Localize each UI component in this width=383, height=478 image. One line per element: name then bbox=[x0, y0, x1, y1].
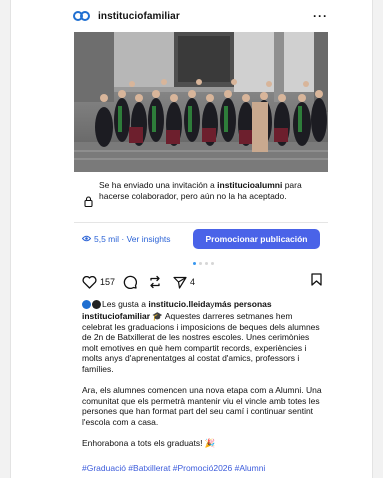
more-options-icon[interactable]: ··· bbox=[313, 9, 328, 23]
likes-others[interactable]: más personas bbox=[214, 299, 271, 309]
send-icon bbox=[173, 276, 187, 289]
collaboration-notice: Se ha enviado una invitación a instituci… bbox=[84, 180, 324, 212]
notice-text: Se ha enviado una invitación a instituci… bbox=[99, 180, 324, 212]
likes-summary: Les gusta a institucio.lleida y más pers… bbox=[82, 299, 322, 309]
bookmark-icon bbox=[311, 273, 322, 286]
comment-icon bbox=[123, 275, 138, 289]
divider bbox=[74, 222, 328, 223]
caption-paragraph: Enhorabona a tots els graduats! 🎉 bbox=[82, 438, 216, 449]
share-count: 4 bbox=[190, 277, 196, 287]
save-button[interactable] bbox=[311, 273, 322, 291]
liker-avatar[interactable] bbox=[92, 299, 101, 309]
carousel-indicator bbox=[193, 262, 214, 265]
views-eye-icon bbox=[81, 235, 92, 244]
likes-prefix: Les gusta a bbox=[102, 299, 146, 309]
notice-mention[interactable]: institucioalumni bbox=[217, 180, 282, 190]
post-actions: 157 4 bbox=[82, 272, 322, 292]
post-image[interactable] bbox=[74, 32, 328, 172]
view-insights-link[interactable]: 5,5 mil · Ver insights bbox=[81, 234, 171, 244]
like-count: 157 bbox=[100, 277, 116, 287]
carousel-dot bbox=[211, 262, 214, 265]
carousel-dot bbox=[199, 262, 202, 265]
repost-button[interactable] bbox=[148, 275, 165, 289]
carousel-dot bbox=[193, 262, 196, 265]
liker-avatar[interactable] bbox=[82, 299, 91, 309]
carousel-dot bbox=[205, 262, 208, 265]
hashtags[interactable]: #Graduació #Batxillerat #Promoció2026 #A… bbox=[82, 463, 265, 473]
account-username[interactable]: instituciofamiliar bbox=[98, 11, 180, 22]
caption-author[interactable]: instituciofamiliar bbox=[82, 311, 150, 321]
account-logo-icon[interactable] bbox=[72, 8, 92, 24]
post-header: instituciofamiliar ··· bbox=[72, 6, 328, 26]
likes-user[interactable]: institucio.lleida bbox=[148, 299, 210, 309]
like-button[interactable]: 157 bbox=[82, 275, 116, 289]
post-caption: instituciofamiliar 🎓 Aquestes darreres s… bbox=[82, 311, 322, 459]
lock-icon bbox=[84, 194, 93, 212]
share-button[interactable]: 4 bbox=[173, 276, 195, 289]
heart-icon bbox=[82, 275, 97, 289]
promote-post-button[interactable]: Promocionar publicación bbox=[193, 229, 320, 249]
repost-icon bbox=[150, 275, 160, 289]
notice-prefix: Se ha enviado una invitación a bbox=[99, 180, 218, 190]
caption-paragraph: Ara, els alumnes comencen una nova etapa… bbox=[82, 385, 322, 427]
insights-label: 5,5 mil · Ver insights bbox=[94, 234, 171, 244]
comment-button[interactable] bbox=[123, 275, 140, 289]
